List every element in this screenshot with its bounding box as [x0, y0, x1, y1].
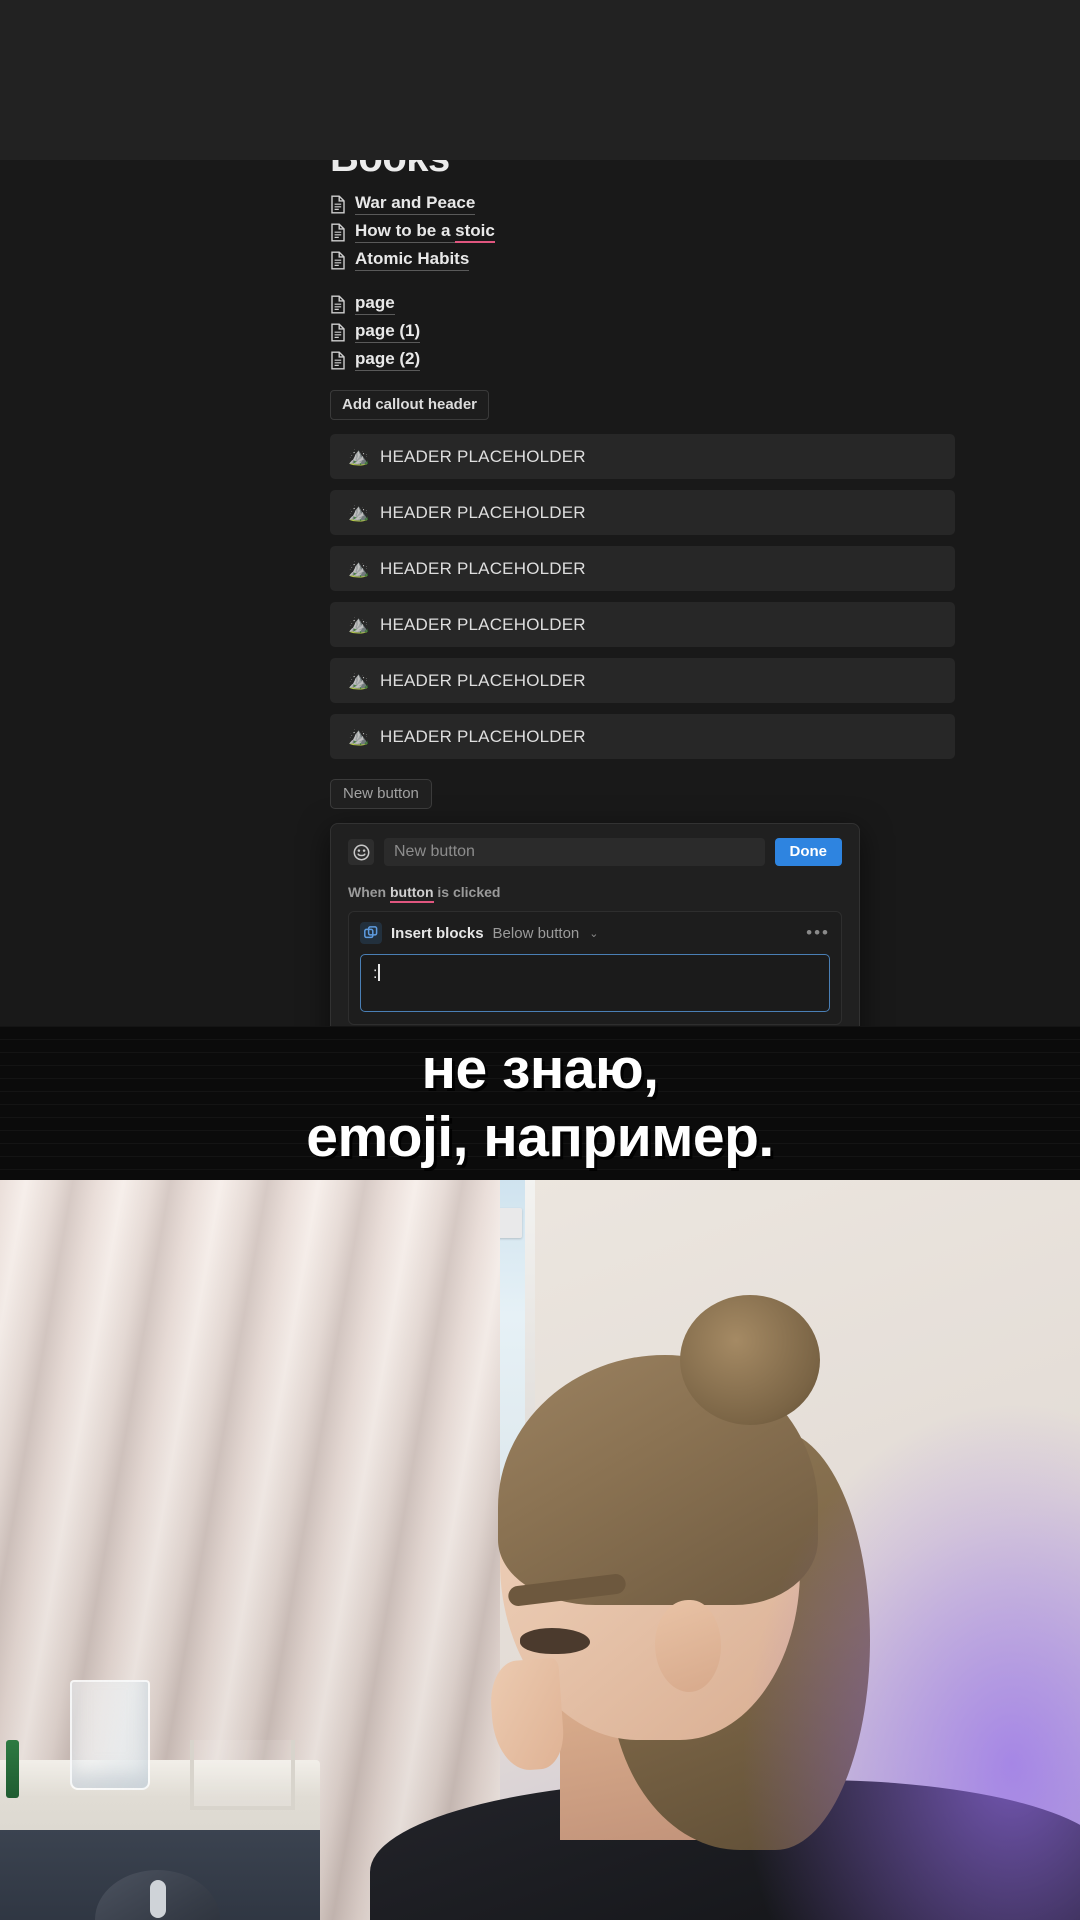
insert-blocks-editor[interactable]: :: [360, 954, 830, 1012]
mountain-emoji[interactable]: ⛰️: [348, 616, 369, 633]
mountain-emoji[interactable]: ⛰️: [348, 504, 369, 521]
document-icon: [331, 251, 345, 269]
page-title: Books: [330, 160, 960, 172]
callout-text: HEADER PLACEHOLDER: [380, 670, 586, 690]
green-pen: [6, 1740, 19, 1798]
document-icon: [331, 295, 345, 313]
smiley-icon[interactable]: [348, 839, 374, 865]
action-step-position[interactable]: Below button: [493, 925, 580, 942]
page-link-group-books: War and Peace How to be a stoic Atomic H…: [330, 190, 960, 274]
callout-block[interactable]: ⛰️ HEADER PLACEHOLDER: [330, 602, 955, 647]
mountain-emoji[interactable]: ⛰️: [348, 672, 369, 689]
callout-text: HEADER PLACEHOLDER: [380, 614, 586, 634]
popover-top-row: Done: [348, 838, 842, 866]
page-link-label: War and Peace: [355, 193, 476, 215]
action-step-card: Insert blocks Below button ⌄ ••• :: [348, 911, 842, 1025]
drinking-glass: [70, 1680, 150, 1790]
editor-text: :: [373, 965, 378, 982]
callout-text: HEADER PLACEHOLDER: [380, 502, 586, 522]
mountain-emoji[interactable]: ⛰️: [348, 728, 369, 745]
callout-list: ⛰️ HEADER PLACEHOLDER ⛰️ HEADER PLACEHOL…: [330, 434, 960, 759]
page-link-war-and-peace[interactable]: War and Peace: [330, 190, 960, 218]
trigger-description: When button is clicked: [348, 884, 842, 903]
page-link-atomic-habits[interactable]: Atomic Habits: [330, 246, 960, 274]
text-caret: [378, 964, 381, 981]
page-link-page-1[interactable]: page (1): [330, 318, 960, 346]
callout-block[interactable]: ⛰️ HEADER PLACEHOLDER: [330, 658, 955, 703]
page-link-label: How to be a stoic: [355, 221, 495, 243]
webcam-video-area: [0, 1180, 1080, 1920]
mountain-emoji[interactable]: ⛰️: [348, 560, 369, 577]
person-ear: [655, 1600, 721, 1692]
chevron-down-icon[interactable]: ⌄: [589, 927, 598, 940]
screen-root: Books War and Peace: [0, 0, 1080, 1920]
subtitle-band: не знаю, emoji, например.: [0, 1026, 1080, 1180]
callout-block[interactable]: ⛰️ HEADER PLACEHOLDER: [330, 546, 955, 591]
more-options-icon[interactable]: •••: [806, 924, 830, 941]
subtitle-line-2: emoji, например.: [306, 1105, 774, 1169]
button-name-input[interactable]: [384, 838, 765, 866]
mountain-emoji[interactable]: ⛰️: [348, 448, 369, 465]
page-link-label: page: [355, 293, 395, 315]
page-link-label: Atomic Habits: [355, 249, 470, 271]
button-config-popover: Done When button is clicked Insert block…: [330, 823, 860, 1026]
page-link-how-to-be-a-stoic[interactable]: How to be a stoic: [330, 218, 960, 246]
document-icon: [331, 351, 345, 369]
done-button[interactable]: Done: [774, 838, 842, 866]
callout-block[interactable]: ⛰️ HEADER PLACEHOLDER: [330, 434, 955, 479]
subtitle-line-1: не знаю,: [421, 1037, 659, 1101]
laptop-stand: [190, 1740, 295, 1810]
spellcheck-underlined-word: stoic: [455, 221, 495, 243]
document-icon: [331, 323, 345, 341]
callout-block[interactable]: ⛰️ HEADER PLACEHOLDER: [330, 714, 955, 759]
top-letterbox-bar: [0, 0, 1080, 160]
mouse-scroll-wheel: [150, 1880, 166, 1918]
screen-recording-area: Books War and Peace: [0, 160, 1080, 1026]
action-step-title: Insert blocks: [391, 924, 484, 942]
person-eye: [520, 1628, 590, 1654]
page-link-page-2[interactable]: page (2): [330, 346, 960, 374]
page-link-group-pages: page page (1) page (2): [330, 290, 960, 374]
callout-text: HEADER PLACEHOLDER: [380, 558, 586, 578]
trigger-word: button: [390, 884, 434, 903]
callout-text: HEADER PLACEHOLDER: [380, 726, 586, 746]
add-callout-header-button[interactable]: Add callout header: [330, 390, 490, 420]
callout-text: HEADER PLACEHOLDER: [380, 446, 586, 466]
person-hair-bun: [680, 1295, 820, 1425]
new-button-block[interactable]: New button: [330, 779, 432, 809]
page-link-label: page (2): [355, 349, 421, 371]
document-icon: [331, 195, 345, 213]
page-link-label: page (1): [355, 321, 421, 343]
notion-document: Books War and Peace: [330, 160, 960, 1026]
document-icon: [331, 223, 345, 241]
copy-blocks-icon: [360, 922, 382, 944]
callout-block[interactable]: ⛰️ HEADER PLACEHOLDER: [330, 490, 955, 535]
action-step-header: Insert blocks Below button ⌄ •••: [360, 922, 830, 944]
page-link-page[interactable]: page: [330, 290, 960, 318]
